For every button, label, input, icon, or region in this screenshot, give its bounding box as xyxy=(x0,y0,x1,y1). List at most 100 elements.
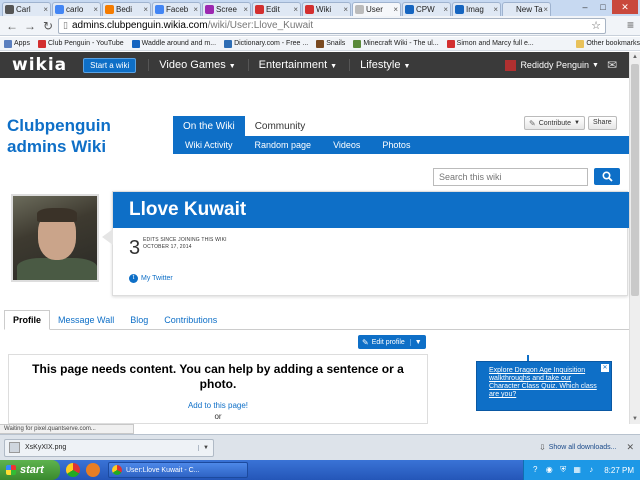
other-bookmarks[interactable]: Other bookmarks xyxy=(576,39,640,48)
back-icon[interactable]: ← xyxy=(4,18,20,34)
bookmark-item[interactable]: Club Penguin - YouTube xyxy=(37,39,124,48)
chrome-quicklaunch-icon[interactable] xyxy=(66,463,80,477)
chrome-tray-icon[interactable]: ◉ xyxy=(544,465,554,475)
hub-video-games[interactable]: Video Games ▼ xyxy=(148,59,236,71)
tab-close-icon[interactable]: × xyxy=(343,5,348,14)
network-icon[interactable]: ▦ xyxy=(572,465,582,475)
minimize-button[interactable]: – xyxy=(576,0,594,14)
other-bookmarks-label: Other bookmarks xyxy=(586,40,640,47)
page-scrollbar[interactable]: ▲ ▼ xyxy=(629,52,640,424)
empty-page-message: This page needs content. You can help by… xyxy=(32,362,404,391)
notifications-icon[interactable]: ✉ xyxy=(607,58,617,72)
browser-tab[interactable]: Edit × xyxy=(252,2,301,16)
page-info-icon[interactable]: ▯ xyxy=(63,20,68,31)
url-host: admins.clubpenguin.wikia.com xyxy=(71,20,208,31)
address-bar[interactable]: ▯ admins.clubpenguin.wikia.com /wiki/Use… xyxy=(58,17,606,34)
tab-close-icon[interactable]: × xyxy=(193,5,198,14)
tab-label: Carl xyxy=(16,5,31,14)
promo-text[interactable]: Explore Dragon Age Inquisition walkthrou… xyxy=(489,367,599,399)
tab-profile[interactable]: Profile xyxy=(4,310,51,330)
search-button[interactable] xyxy=(594,168,620,185)
browser-tab[interactable]: User × xyxy=(352,2,401,16)
tab-favicon-icon xyxy=(305,5,314,14)
twitter-link[interactable]: t My Twitter xyxy=(129,274,173,283)
profile-avatar[interactable] xyxy=(11,194,99,282)
tab-favicon-icon xyxy=(405,5,414,14)
tab-close-icon[interactable]: × xyxy=(393,5,398,14)
reload-icon[interactable]: ↻ xyxy=(40,18,56,34)
share-button[interactable]: Share xyxy=(588,116,617,130)
firefox-quicklaunch-icon[interactable] xyxy=(86,463,100,477)
window-title: User:Llove Kuwait - C... xyxy=(126,466,200,474)
forward-icon[interactable]: → xyxy=(22,18,38,34)
browser-tab[interactable]: Wiki × xyxy=(302,2,351,16)
chevron-down-icon[interactable]: ▼ xyxy=(409,338,422,346)
hub-lifestyle[interactable]: Lifestyle ▼ xyxy=(349,59,410,71)
tab-close-icon[interactable]: × xyxy=(43,5,48,14)
chrome-menu-icon[interactable]: ≡ xyxy=(627,18,634,32)
help-icon[interactable]: ? xyxy=(530,465,540,475)
tab-blog[interactable]: Blog xyxy=(122,311,156,329)
bookmark-item[interactable]: Snails xyxy=(316,39,346,48)
subnav-random-page[interactable]: Random page xyxy=(255,140,312,150)
volume-icon[interactable]: ♪ xyxy=(586,465,596,475)
tab-close-icon[interactable]: × xyxy=(493,5,498,14)
subnav-photos[interactable]: Photos xyxy=(382,140,410,150)
scroll-up-icon[interactable]: ▲ xyxy=(630,52,640,62)
show-all-downloads-link[interactable]: ⇩ Show all downloads... xyxy=(539,443,616,452)
start-button[interactable]: start xyxy=(0,460,60,480)
browser-tab[interactable]: Bedi × xyxy=(102,2,151,16)
bookmark-item[interactable]: Dictionary.com - Free ... xyxy=(224,39,308,48)
bookmark-label: Snails xyxy=(326,40,346,47)
tab-label: Imag xyxy=(466,5,484,14)
promo-popup[interactable]: Explore Dragon Age Inquisition walkthrou… xyxy=(476,361,612,411)
close-icon[interactable]: ✕ xyxy=(601,364,609,372)
add-to-page-link[interactable]: Add to this page! xyxy=(9,401,427,410)
tab-close-icon[interactable]: × xyxy=(293,5,298,14)
chevron-down-icon[interactable]: ▼ xyxy=(198,444,209,451)
tab-close-icon[interactable]: × xyxy=(93,5,98,14)
start-wiki-button[interactable]: Start a wiki xyxy=(83,57,137,73)
search-input[interactable] xyxy=(433,168,588,186)
maximize-button[interactable]: □ xyxy=(594,0,612,14)
browser-tab[interactable]: Faceb × xyxy=(152,2,201,16)
tab-close-icon[interactable]: × xyxy=(543,5,548,14)
hub-entertainment[interactable]: Entertainment ▼ xyxy=(247,59,337,71)
subnav-videos[interactable]: Videos xyxy=(333,140,360,150)
bookmark-item[interactable]: Simon and Marcy full e... xyxy=(446,39,534,48)
tab-close-icon[interactable]: × xyxy=(143,5,148,14)
bookmark-item[interactable]: Apps xyxy=(4,39,30,48)
tab-contributions[interactable]: Contributions xyxy=(156,311,225,329)
browser-tab[interactable]: Imag × xyxy=(452,2,501,16)
browser-tab[interactable]: New Tab× xyxy=(502,2,551,16)
download-filename: XsKyXIX.png xyxy=(25,444,67,451)
tab-message-wall[interactable]: Message Wall xyxy=(50,311,122,329)
bookmark-item[interactable]: Minecraft Wiki - The ul... xyxy=(353,39,439,48)
subnav-wiki-activity[interactable]: Wiki Activity xyxy=(185,140,233,150)
close-icon[interactable]: ✕ xyxy=(626,442,634,453)
wiki-name[interactable]: Clubpenguin admins Wiki xyxy=(7,115,157,157)
close-window-button[interactable]: ✕ xyxy=(612,0,638,14)
tab-on-the-wiki[interactable]: On the Wiki xyxy=(173,116,245,136)
scrollbar-thumb[interactable] xyxy=(631,64,639,296)
scroll-down-icon[interactable]: ▼ xyxy=(630,414,640,424)
taskbar-window-button[interactable]: User:Llove Kuwait - C... xyxy=(108,462,248,478)
user-menu[interactable]: Rediddy Penguin ▼ xyxy=(505,59,599,71)
edit-profile-button[interactable]: ✎ Edit profile ▼ xyxy=(358,335,426,349)
browser-tab[interactable]: Scree × xyxy=(202,2,251,16)
browser-tab[interactable]: carlo × xyxy=(52,2,101,16)
browser-tab[interactable]: CPW × xyxy=(402,2,451,16)
wikia-logo[interactable]: wikia xyxy=(12,55,67,75)
windows-logo-icon xyxy=(6,465,16,475)
profile-content: This page needs content. You can help by… xyxy=(8,354,428,424)
shield-icon[interactable]: ⛨ xyxy=(558,465,568,475)
tab-close-icon[interactable]: × xyxy=(443,5,448,14)
download-item[interactable]: XsKyXIX.png ▼ xyxy=(4,438,214,457)
tab-close-icon[interactable]: × xyxy=(243,5,248,14)
contribute-button[interactable]: ✎ Contribute ▼ xyxy=(524,116,585,130)
bookmark-star-icon[interactable]: ☆ xyxy=(591,19,601,32)
browser-tab[interactable]: Carl × xyxy=(2,2,51,16)
file-icon xyxy=(9,442,20,453)
tab-community[interactable]: Community xyxy=(245,116,316,136)
bookmark-item[interactable]: Waddle around and m... xyxy=(131,39,216,48)
